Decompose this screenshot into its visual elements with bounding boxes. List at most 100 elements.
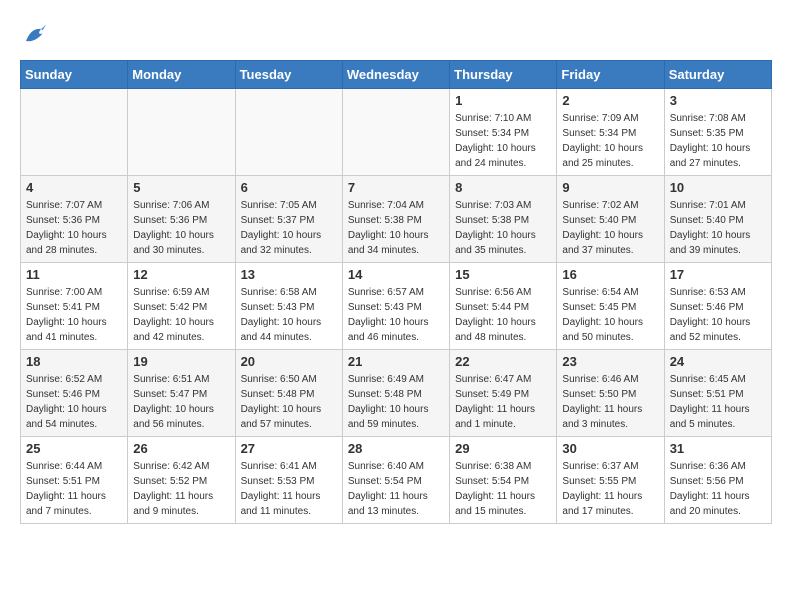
calendar-cell: 26 Sunrise: 6:42 AM Sunset: 5:52 PM Dayli… (128, 437, 235, 524)
calendar-week-1: 1 Sunrise: 7:10 AM Sunset: 5:34 PM Daylig… (21, 89, 772, 176)
day-number: 14 (348, 267, 444, 282)
calendar-cell: 18 Sunrise: 6:52 AM Sunset: 5:46 PM Dayli… (21, 350, 128, 437)
calendar-week-4: 18 Sunrise: 6:52 AM Sunset: 5:46 PM Dayli… (21, 350, 772, 437)
day-info: Sunrise: 6:50 AM Sunset: 5:48 PM Dayligh… (241, 372, 337, 432)
calendar-cell: 23Sunrise: 6:46 AM Sunset: 5:50 PM Dayli… (557, 350, 664, 437)
day-info: Sunrise: 6:53 AM Sunset: 5:46 PM Dayligh… (670, 285, 766, 345)
calendar-cell: 31Sunrise: 6:36 AM Sunset: 5:56 PM Dayli… (664, 437, 771, 524)
day-number: 24 (670, 354, 766, 369)
day-info: Sunrise: 6:42 AM Sunset: 5:52 PM Dayligh… (133, 459, 229, 519)
day-info: Sunrise: 6:56 AM Sunset: 5:44 PM Dayligh… (455, 285, 551, 345)
day-info: Sunrise: 7:04 AM Sunset: 5:38 PM Dayligh… (348, 198, 444, 258)
header-day-thursday: Thursday (450, 61, 557, 89)
calendar-cell: 6Sunrise: 7:05 AM Sunset: 5:37 PM Daylig… (235, 176, 342, 263)
day-info: Sunrise: 7:03 AM Sunset: 5:38 PM Dayligh… (455, 198, 551, 258)
day-number: 30 (562, 441, 658, 456)
calendar-cell: 22 Sunrise: 6:47 AM Sunset: 5:49 PM Dayli… (450, 350, 557, 437)
day-number: 15 (455, 267, 551, 282)
calendar-table: SundayMondayTuesdayWednesdayThursdayFrid… (20, 60, 772, 524)
day-info: Sunrise: 6:41 AM Sunset: 5:53 PM Dayligh… (241, 459, 337, 519)
day-info: Sunrise: 6:51 AM Sunset: 5:47 PM Dayligh… (133, 372, 229, 432)
calendar-cell: 13 Sunrise: 6:58 AM Sunset: 5:43 PM Dayli… (235, 263, 342, 350)
day-info: Sunrise: 6:52 AM Sunset: 5:46 PM Dayligh… (26, 372, 122, 432)
header-day-friday: Friday (557, 61, 664, 89)
calendar-cell: 12Sunrise: 6:59 AM Sunset: 5:42 PM Dayli… (128, 263, 235, 350)
day-number: 4 (26, 180, 122, 195)
day-info: Sunrise: 7:01 AM Sunset: 5:40 PM Dayligh… (670, 198, 766, 258)
day-info: Sunrise: 7:08 AM Sunset: 5:35 PM Dayligh… (670, 111, 766, 171)
day-number: 16 (562, 267, 658, 282)
day-number: 6 (241, 180, 337, 195)
calendar-cell: 20 Sunrise: 6:50 AM Sunset: 5:48 PM Dayli… (235, 350, 342, 437)
calendar-cell: 10 Sunrise: 7:01 AM Sunset: 5:40 PM Dayli… (664, 176, 771, 263)
calendar-cell: 17 Sunrise: 6:53 AM Sunset: 5:46 PM Dayli… (664, 263, 771, 350)
day-number: 29 (455, 441, 551, 456)
day-info: Sunrise: 6:54 AM Sunset: 5:45 PM Dayligh… (562, 285, 658, 345)
calendar-week-5: 25 Sunrise: 6:44 AM Sunset: 5:51 PM Dayli… (21, 437, 772, 524)
day-number: 3 (670, 93, 766, 108)
calendar-cell: 15 Sunrise: 6:56 AM Sunset: 5:44 PM Dayli… (450, 263, 557, 350)
day-info: Sunrise: 6:44 AM Sunset: 5:51 PM Dayligh… (26, 459, 122, 519)
day-number: 10 (670, 180, 766, 195)
header-day-sunday: Sunday (21, 61, 128, 89)
calendar-cell: 19 Sunrise: 6:51 AM Sunset: 5:47 PM Dayli… (128, 350, 235, 437)
calendar-header: SundayMondayTuesdayWednesdayThursdayFrid… (21, 61, 772, 89)
calendar-cell: 24Sunrise: 6:45 AM Sunset: 5:51 PM Dayli… (664, 350, 771, 437)
page-header (20, 20, 772, 50)
day-info: Sunrise: 7:06 AM Sunset: 5:36 PM Dayligh… (133, 198, 229, 258)
calendar-cell: 9 Sunrise: 7:02 AM Sunset: 5:40 PM Daylig… (557, 176, 664, 263)
day-info: Sunrise: 7:09 AM Sunset: 5:34 PM Dayligh… (562, 111, 658, 171)
calendar-cell (342, 89, 449, 176)
day-info: Sunrise: 7:10 AM Sunset: 5:34 PM Dayligh… (455, 111, 551, 171)
day-number: 13 (241, 267, 337, 282)
day-number: 23 (562, 354, 658, 369)
header-day-tuesday: Tuesday (235, 61, 342, 89)
day-info: Sunrise: 6:57 AM Sunset: 5:43 PM Dayligh… (348, 285, 444, 345)
calendar-cell: 4 Sunrise: 7:07 AM Sunset: 5:36 PM Daylig… (21, 176, 128, 263)
day-number: 28 (348, 441, 444, 456)
day-number: 18 (26, 354, 122, 369)
day-number: 20 (241, 354, 337, 369)
day-info: Sunrise: 6:40 AM Sunset: 5:54 PM Dayligh… (348, 459, 444, 519)
day-info: Sunrise: 6:47 AM Sunset: 5:49 PM Dayligh… (455, 372, 551, 432)
calendar-cell: 1 Sunrise: 7:10 AM Sunset: 5:34 PM Daylig… (450, 89, 557, 176)
calendar-cell: 14 Sunrise: 6:57 AM Sunset: 5:43 PM Dayli… (342, 263, 449, 350)
header-day-monday: Monday (128, 61, 235, 89)
day-number: 19 (133, 354, 229, 369)
calendar-cell: 3 Sunrise: 7:08 AM Sunset: 5:35 PM Daylig… (664, 89, 771, 176)
logo (20, 20, 54, 50)
day-info: Sunrise: 6:49 AM Sunset: 5:48 PM Dayligh… (348, 372, 444, 432)
calendar-cell: 27 Sunrise: 6:41 AM Sunset: 5:53 PM Dayli… (235, 437, 342, 524)
logo-bird-icon (20, 20, 50, 50)
day-number: 21 (348, 354, 444, 369)
header-day-saturday: Saturday (664, 61, 771, 89)
day-number: 1 (455, 93, 551, 108)
calendar-cell: 21 Sunrise: 6:49 AM Sunset: 5:48 PM Dayli… (342, 350, 449, 437)
day-number: 25 (26, 441, 122, 456)
calendar-cell (235, 89, 342, 176)
day-number: 22 (455, 354, 551, 369)
day-info: Sunrise: 7:00 AM Sunset: 5:41 PM Dayligh… (26, 285, 122, 345)
day-number: 27 (241, 441, 337, 456)
day-info: Sunrise: 7:07 AM Sunset: 5:36 PM Dayligh… (26, 198, 122, 258)
day-number: 26 (133, 441, 229, 456)
calendar-cell: 25 Sunrise: 6:44 AM Sunset: 5:51 PM Dayli… (21, 437, 128, 524)
header-row: SundayMondayTuesdayWednesdayThursdayFrid… (21, 61, 772, 89)
calendar-body: 1 Sunrise: 7:10 AM Sunset: 5:34 PM Daylig… (21, 89, 772, 524)
calendar-cell (21, 89, 128, 176)
day-number: 7 (348, 180, 444, 195)
header-day-wednesday: Wednesday (342, 61, 449, 89)
calendar-cell: 16 Sunrise: 6:54 AM Sunset: 5:45 PM Dayli… (557, 263, 664, 350)
day-number: 9 (562, 180, 658, 195)
day-info: Sunrise: 7:02 AM Sunset: 5:40 PM Dayligh… (562, 198, 658, 258)
day-number: 17 (670, 267, 766, 282)
day-number: 31 (670, 441, 766, 456)
calendar-cell: 30Sunrise: 6:37 AM Sunset: 5:55 PM Dayli… (557, 437, 664, 524)
calendar-cell: 5Sunrise: 7:06 AM Sunset: 5:36 PM Daylig… (128, 176, 235, 263)
calendar-cell: 7 Sunrise: 7:04 AM Sunset: 5:38 PM Daylig… (342, 176, 449, 263)
day-number: 8 (455, 180, 551, 195)
calendar-week-3: 11 Sunrise: 7:00 AM Sunset: 5:41 PM Dayli… (21, 263, 772, 350)
day-info: Sunrise: 6:58 AM Sunset: 5:43 PM Dayligh… (241, 285, 337, 345)
calendar-cell: 8 Sunrise: 7:03 AM Sunset: 5:38 PM Daylig… (450, 176, 557, 263)
day-number: 11 (26, 267, 122, 282)
